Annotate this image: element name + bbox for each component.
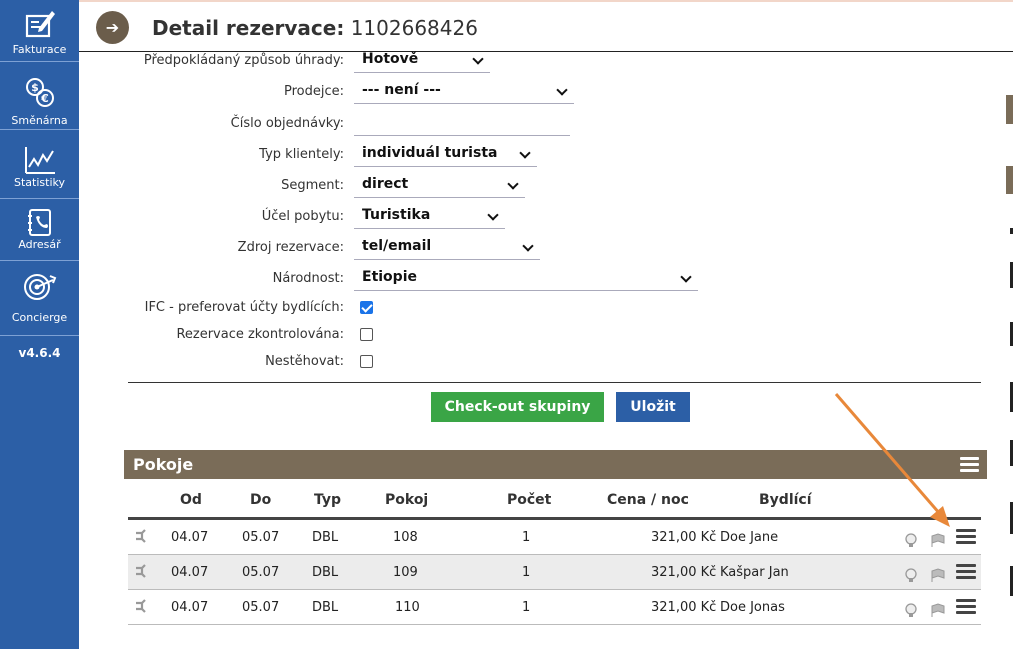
annotation-arrow (834, 393, 950, 527)
